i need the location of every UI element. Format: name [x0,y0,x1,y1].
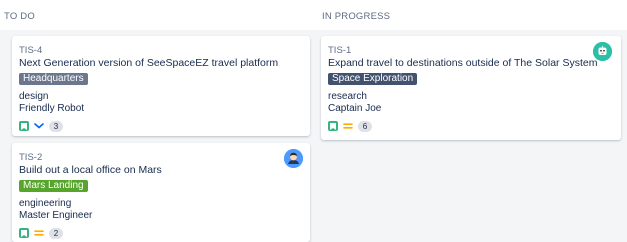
issue-summary: Expand travel to destinations outside of… [328,57,598,69]
low-priority-icon [34,121,44,131]
story-type-icon [19,121,29,131]
issue-key[interactable]: TIS-4 [19,45,42,56]
epic-label: Space Exploration [328,73,418,85]
issue-card[interactable]: TIS-1 Expand travel to destinations outs… [321,36,621,140]
estimate-badge: 3 [49,120,63,132]
issue-key[interactable]: TIS-2 [19,152,42,163]
estimate-badge: 6 [358,120,372,132]
epic-label: Headquarters [19,73,88,85]
issue-summary: Next Generation version of SeeSpaceEZ tr… [19,57,279,69]
story-type-icon [328,121,338,131]
story-type-icon [19,228,29,238]
medium-priority-icon [343,121,353,131]
column-header-todo: TO DO [0,0,318,30]
estimate-badge: 2 [49,227,63,239]
component-text: research [328,91,367,102]
card-footer: 2 [19,227,63,239]
assignee-text: Friendly Robot [19,103,85,114]
component-text: engineering [19,198,72,209]
epic-label: Mars Landing [19,180,88,192]
issue-summary: Build out a local office on Mars [19,164,162,176]
column-header-in-progress: IN PROGRESS [318,0,627,30]
card-footer: 6 [328,120,372,132]
component-text: design [19,91,49,102]
robot-avatar-icon[interactable] [593,42,612,61]
issue-key[interactable]: TIS-1 [328,45,351,56]
card-footer: 3 [19,120,63,132]
issue-card[interactable]: TIS-4 Next Generation version of SeeSpac… [12,36,310,136]
column-todo: TO DO TIS-4 Next Generation version of S… [0,0,318,242]
column-in-progress: IN PROGRESS TIS-1 Expand travel to desti… [318,0,627,242]
person-avatar-icon[interactable] [284,149,303,168]
assignee-text: Master Engineer [19,210,93,221]
board: TO DO TIS-4 Next Generation version of S… [0,0,627,242]
medium-priority-icon [34,228,44,238]
assignee-text: Captain Joe [328,103,382,114]
issue-card[interactable]: TIS-2 Build out a local office on Mars M… [12,143,310,242]
